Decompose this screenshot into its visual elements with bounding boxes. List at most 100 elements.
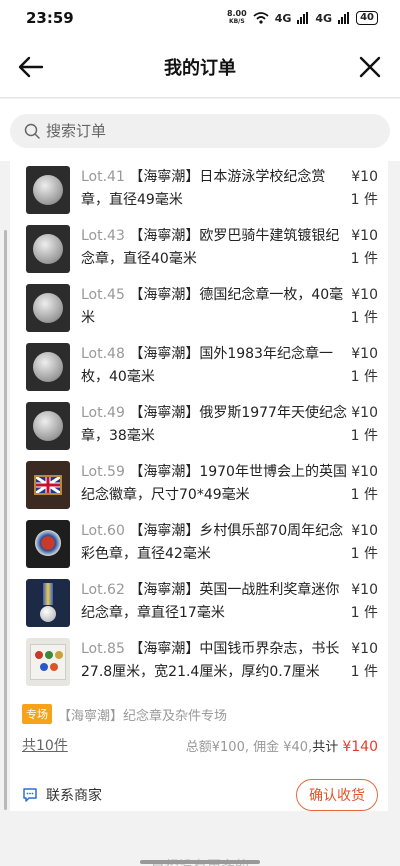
order-item[interactable]: Lot.48 【海寧潮】国外1983年纪念章一枚，40毫米 ¥10 1 件 (10, 338, 388, 397)
item-price: ¥10 (351, 641, 378, 657)
signal-bars-icon (297, 12, 309, 24)
item-thumbnail[interactable] (26, 284, 70, 332)
wifi-icon (253, 12, 269, 24)
order-item[interactable]: Lot.49 【海寧潮】俄罗斯1977年天使纪念章，38毫米 ¥10 1 件 (10, 397, 388, 456)
item-price: ¥10 (351, 169, 378, 185)
item-title[interactable]: Lot.41 【海寧潮】日本游泳学校纪念赏章，直径49毫米 (81, 166, 351, 212)
color-badge-icon (35, 530, 61, 556)
item-thumbnail[interactable] (26, 402, 70, 450)
item-thumbnail[interactable] (26, 579, 70, 627)
item-quantity: 1 件 (350, 192, 378, 208)
item-quantity: 1 件 (350, 369, 378, 385)
total-value: ¥140 (342, 738, 378, 755)
contact-label: 联系商家 (46, 788, 102, 804)
order-total-row: 共10件 总额¥100, 佣金 ¥40,共计 ¥140 (22, 735, 378, 755)
net-speed-unit: KB/S (228, 18, 245, 25)
search-box[interactable] (10, 114, 390, 148)
coin-image-icon (33, 293, 63, 323)
total-label: 共计 (312, 739, 339, 755)
net-speed: 8.00 KB/S (227, 10, 247, 26)
amount-commission: 总额¥100, 佣金 ¥40, (185, 739, 313, 755)
item-title[interactable]: Lot.43 【海寧潮】欧罗巴骑牛建筑镀银纪念章，直径40毫米 (81, 225, 351, 271)
coin-image-icon (33, 411, 63, 441)
item-thumbnail[interactable] (26, 461, 70, 509)
item-title[interactable]: Lot.45 【海寧潮】德国纪念章一枚，40毫米 (81, 284, 351, 330)
item-title[interactable]: Lot.85 【海寧潮】中国钱币界杂志，书长27.8厘米，宽21.4厘米，厚约0… (81, 638, 351, 684)
home-indicator[interactable] (140, 860, 260, 864)
lot-number: Lot.43 (81, 228, 125, 244)
item-title[interactable]: Lot.62 【海寧潮】英国一战胜利奖章迷你纪念章，章直径17毫米 (81, 579, 351, 625)
status-time: 23:59 (26, 9, 74, 27)
net-speed-value: 8.00 (226, 9, 247, 18)
status-bar: 23:59 8.00 KB/S 4G 4G 40 (0, 0, 400, 36)
lot-number: Lot.48 (81, 346, 125, 362)
lot-number: Lot.60 (81, 523, 125, 539)
item-title[interactable]: Lot.59 【海寧潮】1970年世博会上的英国纪念徽章，尺寸70*49毫米 (81, 461, 351, 507)
item-price: ¥10 (351, 405, 378, 421)
order-item[interactable]: Lot.62 【海寧潮】英国一战胜利奖章迷你纪念章，章直径17毫米 ¥10 1 … (10, 574, 388, 633)
medal-icon (40, 606, 56, 622)
coin-dot-icon (50, 663, 58, 671)
lot-number: Lot.41 (81, 169, 125, 185)
item-price: ¥10 (351, 464, 378, 480)
search-input[interactable] (46, 122, 346, 140)
back-arrow-icon[interactable] (18, 55, 44, 79)
chat-icon (23, 788, 37, 802)
signal-bars-icon-2 (338, 12, 350, 24)
item-thumbnail[interactable] (26, 166, 70, 214)
item-title[interactable]: Lot.48 【海寧潮】国外1983年纪念章一枚，40毫米 (81, 343, 351, 389)
special-tag: 专场 (22, 704, 52, 724)
close-icon[interactable] (358, 55, 382, 79)
lot-number: Lot.85 (81, 641, 125, 657)
item-title[interactable]: Lot.60 【海寧潮】乡村俱乐部70周年纪念彩色章，直径42毫米 (81, 520, 351, 566)
item-quantity: 1 件 (350, 251, 378, 267)
nav-bar: 我的订单 (0, 36, 400, 98)
auction-session[interactable]: 专场 【海寧潮】纪念章及杂件专场 (22, 704, 227, 724)
magazine-cover-icon (30, 644, 66, 680)
item-thumbnail[interactable] (26, 520, 70, 568)
battery-icon: 40 (356, 11, 378, 25)
item-quantity: 1 件 (350, 605, 378, 621)
scrollbar[interactable] (4, 230, 7, 810)
item-price: ¥10 (351, 523, 378, 539)
order-item[interactable]: Lot.60 【海寧潮】乡村俱乐部70周年纪念彩色章，直径42毫米 ¥10 1 … (10, 515, 388, 574)
contact-seller-button[interactable]: 联系商家 (22, 785, 102, 805)
ribbon-icon (43, 583, 53, 605)
lot-number: Lot.62 (81, 582, 125, 598)
item-quantity: 1 件 (350, 487, 378, 503)
order-item[interactable]: Lot.43 【海寧潮】欧罗巴骑牛建筑镀银纪念章，直径40毫米 ¥10 1 件 (10, 220, 388, 279)
signal-icon: 4G (274, 11, 292, 25)
search-icon (24, 123, 40, 139)
union-jack-icon (36, 477, 60, 493)
signal-icon-2: 4G (315, 11, 333, 25)
order-item[interactable]: Lot.41 【海寧潮】日本游泳学校纪念赏章，直径49毫米 ¥10 1 件 (10, 161, 388, 220)
item-thumbnail[interactable] (26, 343, 70, 391)
item-thumbnail[interactable] (26, 225, 70, 273)
coin-image-icon (33, 175, 63, 205)
order-item[interactable]: Lot.59 【海寧潮】1970年世博会上的英国纪念徽章，尺寸70*49毫米 ¥… (10, 456, 388, 515)
item-quantity: 1 件 (350, 664, 378, 680)
coin-image-icon (33, 234, 63, 264)
coin-dot-icon (45, 651, 53, 659)
order-item[interactable]: Lot.45 【海寧潮】德国纪念章一枚，40毫米 ¥10 1 件 (10, 279, 388, 338)
order-item[interactable]: Lot.85 【海寧潮】中国钱币界杂志，书长27.8厘米，宽21.4厘米，厚约0… (10, 633, 388, 692)
status-icons: 8.00 KB/S 4G 4G 40 (227, 10, 378, 26)
coin-dot-icon (40, 663, 48, 671)
item-price: ¥10 (351, 228, 378, 244)
item-price: ¥10 (351, 346, 378, 362)
search-bar (0, 99, 400, 161)
lot-number: Lot.49 (81, 405, 125, 421)
item-title[interactable]: Lot.49 【海寧潮】俄罗斯1977年天使纪念章，38毫米 (81, 402, 351, 448)
confirm-receipt-button[interactable]: 确认收货 (296, 779, 378, 811)
coin-dot-icon (55, 651, 63, 659)
special-name: 【海寧潮】纪念章及杂件专场 (58, 708, 228, 724)
item-quantity: 1 件 (350, 428, 378, 444)
order-card: Lot.41 【海寧潮】日本游泳学校纪念赏章，直径49毫米 ¥10 1 件 Lo… (10, 161, 388, 811)
item-quantity: 1 件 (350, 310, 378, 326)
item-count-link[interactable]: 共10件 (22, 735, 68, 755)
item-price: ¥10 (351, 287, 378, 303)
item-price: ¥10 (351, 582, 378, 598)
coin-dot-icon (35, 651, 43, 659)
item-thumbnail[interactable] (26, 638, 70, 686)
item-quantity: 1 件 (350, 546, 378, 562)
